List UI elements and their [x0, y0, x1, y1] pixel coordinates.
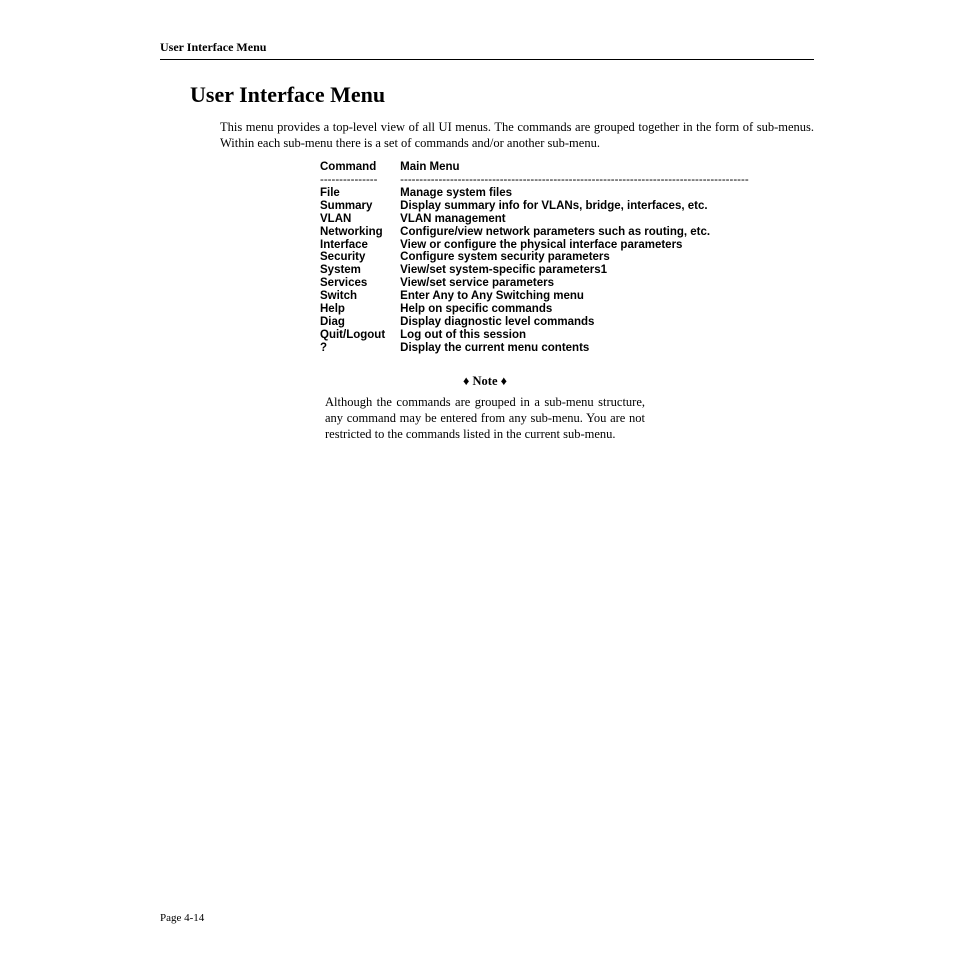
table-row: InterfaceView or configure the physical … — [320, 239, 764, 252]
description-cell: VLAN management — [400, 213, 764, 226]
table-divider-row: ----------------------------------------… — [320, 174, 764, 187]
table-row: SecurityConfigure system security parame… — [320, 251, 764, 264]
header-description: Main Menu — [400, 161, 764, 174]
description-cell: Enter Any to Any Switching menu — [400, 290, 764, 303]
table-row: SwitchEnter Any to Any Switching menu — [320, 290, 764, 303]
command-cell: Help — [320, 303, 400, 316]
note-body: Although the commands are grouped in a s… — [325, 395, 645, 442]
description-cell: Configure/view network parameters such a… — [400, 226, 764, 239]
description-cell: View/set system-specific parameters1 — [400, 264, 764, 277]
page-footer: Page 4-14 — [160, 912, 204, 924]
command-cell: Services — [320, 277, 400, 290]
table-row: SystemView/set system-specific parameter… — [320, 264, 764, 277]
command-cell: Diag — [320, 316, 400, 329]
table-row: DiagDisplay diagnostic level commands — [320, 316, 764, 329]
table-row: FileManage system files — [320, 187, 764, 200]
description-cell: Display summary info for VLANs, bridge, … — [400, 200, 764, 213]
command-cell: Quit/Logout — [320, 329, 400, 342]
note-block: ♦ Note ♦ Although the commands are group… — [325, 374, 645, 442]
divider-cell: ----------------------------------------… — [400, 174, 764, 187]
command-cell: Interface — [320, 239, 400, 252]
header-command: Command — [320, 161, 400, 174]
page-title: User Interface Menu — [190, 82, 814, 108]
command-cell: Switch — [320, 290, 400, 303]
intro-paragraph: This menu provides a top-level view of a… — [220, 120, 814, 151]
description-cell: Manage system files — [400, 187, 764, 200]
table-row: ServicesView/set service parameters — [320, 277, 764, 290]
note-label: ♦ Note ♦ — [325, 374, 645, 389]
header-rule — [160, 59, 814, 60]
command-cell: Summary — [320, 200, 400, 213]
running-header: User Interface Menu — [160, 40, 814, 55]
command-cell: System — [320, 264, 400, 277]
description-cell: Log out of this session — [400, 329, 764, 342]
command-cell: VLAN — [320, 213, 400, 226]
command-cell: File — [320, 187, 400, 200]
divider-cell: --------------- — [320, 174, 400, 187]
table-row: Quit/LogoutLog out of this session — [320, 329, 764, 342]
command-cell: Security — [320, 251, 400, 264]
table-row: HelpHelp on specific commands — [320, 303, 764, 316]
main-menu-listing: CommandMain Menu------------------------… — [320, 161, 814, 354]
table-row: ?Display the current menu contents — [320, 342, 764, 355]
description-cell: Configure system security parameters — [400, 251, 764, 264]
command-cell: ? — [320, 342, 400, 355]
description-cell: Help on specific commands — [400, 303, 764, 316]
page: User Interface Menu User Interface Menu … — [0, 0, 954, 954]
description-cell: Display diagnostic level commands — [400, 316, 764, 329]
table-header-row: CommandMain Menu — [320, 161, 764, 174]
description-cell: Display the current menu contents — [400, 342, 764, 355]
command-table: CommandMain Menu------------------------… — [320, 161, 764, 354]
description-cell: View/set service parameters — [400, 277, 764, 290]
table-row: VLANVLAN management — [320, 213, 764, 226]
table-row: NetworkingConfigure/view network paramet… — [320, 226, 764, 239]
command-cell: Networking — [320, 226, 400, 239]
table-row: SummaryDisplay summary info for VLANs, b… — [320, 200, 764, 213]
description-cell: View or configure the physical interface… — [400, 239, 764, 252]
